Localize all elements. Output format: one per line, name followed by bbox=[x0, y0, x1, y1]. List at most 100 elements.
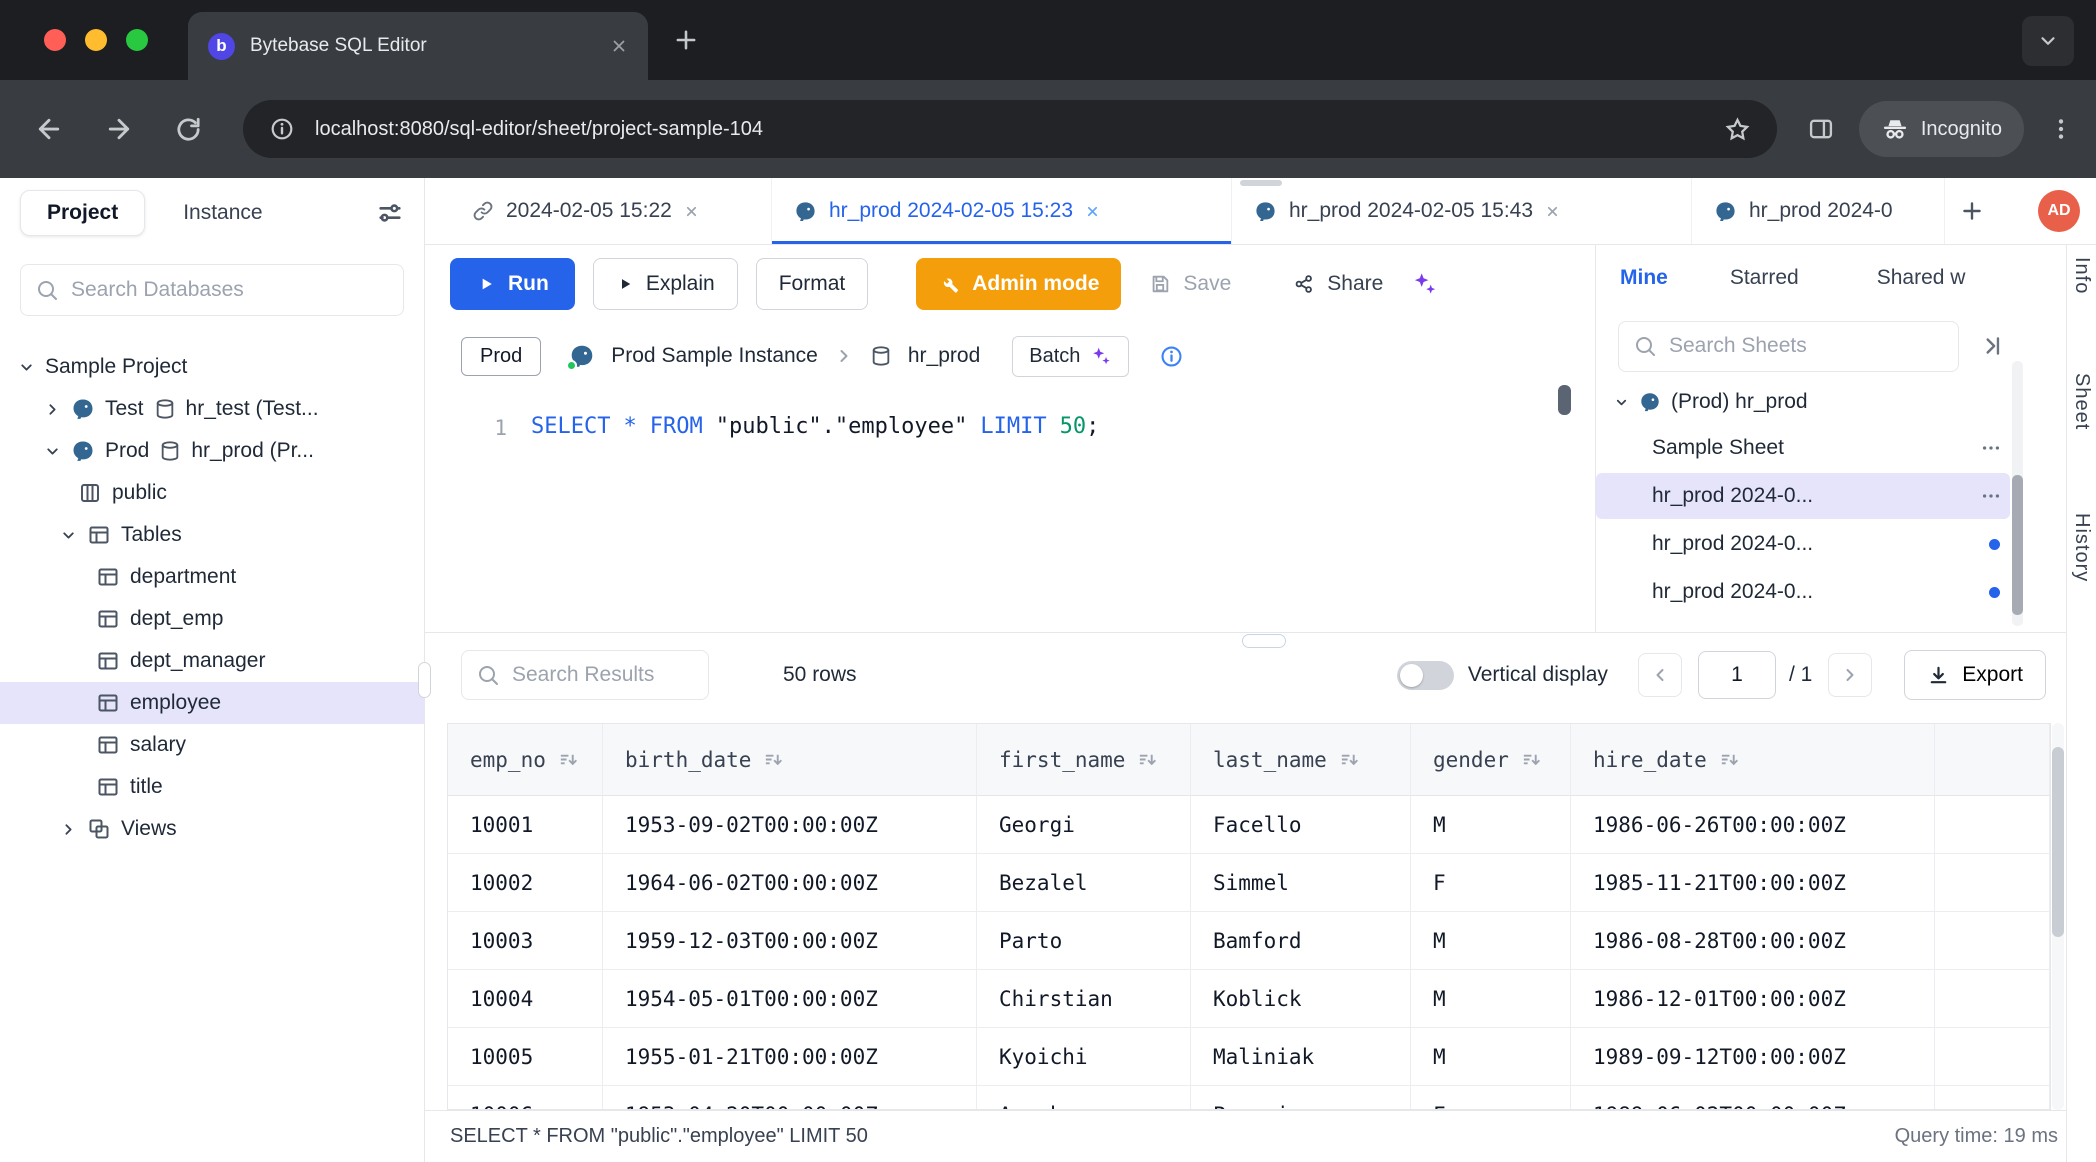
close-sheet-icon[interactable] bbox=[684, 204, 699, 219]
tree-item-table-dept-manager[interactable]: dept_manager bbox=[0, 640, 424, 682]
close-sheet-icon[interactable] bbox=[1545, 204, 1560, 219]
tab-starred[interactable]: Starred bbox=[1730, 266, 1799, 290]
table-name: department bbox=[130, 565, 236, 589]
sort-icon[interactable] bbox=[1521, 750, 1540, 769]
table-cell bbox=[1935, 796, 2050, 854]
bookmark-star-icon[interactable] bbox=[1724, 116, 1751, 143]
browser-tab[interactable]: b Bytebase SQL Editor bbox=[188, 12, 648, 80]
tree-item-table-title[interactable]: title bbox=[0, 766, 424, 808]
db-prod-label: hr_prod (Pr... bbox=[191, 439, 314, 463]
sheet-tab-2[interactable]: hr_prod 2024-02-05 15:23 bbox=[772, 178, 1232, 244]
results-pane: 50 rows Vertical display / 1 Export emp_… bbox=[425, 632, 2066, 1162]
tab-search-chevron-button[interactable] bbox=[2022, 16, 2074, 66]
batch-button[interactable]: Batch bbox=[1012, 336, 1129, 377]
collapse-panel-icon[interactable] bbox=[1979, 333, 2005, 359]
tree-item-views-group[interactable]: Views bbox=[0, 808, 424, 850]
sort-icon[interactable] bbox=[1719, 750, 1738, 769]
connection-info-icon[interactable] bbox=[1159, 344, 1184, 369]
back-button[interactable] bbox=[34, 114, 64, 144]
environment-badge[interactable]: Prod bbox=[461, 337, 541, 376]
sheets-scrollbar-thumb[interactable] bbox=[2012, 475, 2023, 615]
close-tab-icon[interactable] bbox=[610, 37, 628, 55]
sheet-item[interactable]: Sample Sheet bbox=[1596, 425, 2010, 471]
run-button[interactable]: Run bbox=[450, 258, 575, 310]
url-text[interactable]: localhost:8080/sql-editor/sheet/project-… bbox=[315, 118, 1704, 141]
tree-item-tables-group[interactable]: Tables bbox=[0, 514, 424, 556]
panel-resize-handle[interactable] bbox=[1242, 634, 1286, 648]
column-header-hire-date[interactable]: hire_date bbox=[1571, 724, 1935, 796]
sql-code-line[interactable]: SELECT*FROM"public"."employee"LIMIT50; bbox=[507, 390, 1099, 632]
new-tab-button[interactable] bbox=[672, 26, 700, 54]
column-header-gender[interactable]: gender bbox=[1411, 724, 1571, 796]
tree-item-schema-public[interactable]: public bbox=[0, 472, 424, 514]
user-avatar[interactable]: AD bbox=[2038, 190, 2080, 232]
site-info-icon[interactable] bbox=[269, 116, 295, 142]
admin-mode-button[interactable]: Admin mode bbox=[916, 258, 1121, 310]
tree-item-table-department[interactable]: department bbox=[0, 556, 424, 598]
column-header-birth-date[interactable]: birth_date bbox=[603, 724, 977, 796]
vertical-display-toggle[interactable] bbox=[1397, 661, 1454, 690]
sheet-item-selected[interactable]: hr_prod 2024-0... bbox=[1596, 473, 2010, 519]
sort-icon[interactable] bbox=[763, 750, 782, 769]
tree-item-table-dept-emp[interactable]: dept_emp bbox=[0, 598, 424, 640]
tab-instance[interactable]: Instance bbox=[183, 201, 262, 225]
incognito-icon bbox=[1881, 115, 1909, 143]
save-button[interactable]: Save bbox=[1139, 258, 1241, 310]
new-sheet-button[interactable] bbox=[1959, 198, 1985, 224]
tab-history[interactable]: History bbox=[2070, 513, 2093, 582]
tab-shared[interactable]: Shared w bbox=[1877, 266, 1966, 290]
search-sheets-input[interactable] bbox=[1669, 334, 1944, 358]
search-sheets-box bbox=[1618, 321, 1959, 372]
sheet-item[interactable]: hr_prod 2024-0... bbox=[1596, 521, 2010, 567]
editor-scrollbar[interactable] bbox=[1558, 385, 1571, 415]
next-page-button[interactable] bbox=[1828, 653, 1872, 697]
more-options-icon[interactable] bbox=[1980, 437, 2002, 459]
tab-project[interactable]: Project bbox=[20, 190, 145, 236]
format-button[interactable]: Format bbox=[756, 258, 869, 310]
export-button[interactable]: Export bbox=[1904, 650, 2046, 700]
reload-button[interactable] bbox=[174, 115, 203, 144]
page-number-input[interactable] bbox=[1698, 651, 1776, 699]
sort-icon[interactable] bbox=[1137, 750, 1156, 769]
sparkles-icon bbox=[1090, 345, 1112, 367]
ai-sparkles-icon[interactable] bbox=[1411, 270, 1438, 297]
tree-item-project[interactable]: Sample Project bbox=[0, 346, 424, 388]
sheet-item[interactable]: hr_prod 2024-0... bbox=[1596, 569, 2010, 615]
more-options-icon[interactable] bbox=[1980, 485, 2002, 507]
sheet-tab-label: hr_prod 2024-02-05 15:43 bbox=[1289, 199, 1533, 223]
prev-page-button[interactable] bbox=[1638, 653, 1682, 697]
sheet-group-hr-prod[interactable]: (Prod) hr_prod bbox=[1596, 381, 2066, 423]
results-scrollbar-thumb[interactable] bbox=[2052, 747, 2064, 937]
filter-settings-icon[interactable] bbox=[376, 199, 404, 227]
table-icon bbox=[96, 733, 120, 757]
tree-item-env-test[interactable]: Test hr_test (Test... bbox=[0, 388, 424, 430]
sheet-tab-4[interactable]: hr_prod 2024-0 bbox=[1692, 178, 1945, 244]
zoom-window-button[interactable] bbox=[126, 29, 148, 51]
tree-item-table-salary[interactable]: salary bbox=[0, 724, 424, 766]
search-results-input[interactable] bbox=[512, 663, 783, 687]
share-button[interactable]: Share bbox=[1283, 258, 1393, 310]
close-window-button[interactable] bbox=[44, 29, 66, 51]
sort-icon[interactable] bbox=[1339, 750, 1358, 769]
sort-icon[interactable] bbox=[558, 750, 577, 769]
search-databases-input[interactable] bbox=[71, 278, 389, 302]
tree-item-table-employee[interactable]: employee bbox=[0, 682, 424, 724]
sheet-tab-3[interactable]: hr_prod 2024-02-05 15:43 bbox=[1232, 178, 1692, 244]
browser-menu-icon[interactable] bbox=[2048, 116, 2074, 142]
address-bar[interactable]: localhost:8080/sql-editor/sheet/project-… bbox=[243, 100, 1777, 158]
tab-mine[interactable]: Mine bbox=[1620, 266, 1668, 290]
sql-editor[interactable]: 1 SELECT*FROM"public"."employee"LIMIT50; bbox=[425, 390, 1595, 632]
column-header-emp-no[interactable]: emp_no bbox=[448, 724, 603, 796]
column-header-last-name[interactable]: last_name bbox=[1191, 724, 1411, 796]
tree-item-env-prod[interactable]: Prod hr_prod (Pr... bbox=[0, 430, 424, 472]
tab-sheet[interactable]: Sheet bbox=[2070, 373, 2093, 430]
minimize-window-button[interactable] bbox=[85, 29, 107, 51]
side-panel-icon[interactable] bbox=[1807, 115, 1835, 143]
column-header-first-name[interactable]: first_name bbox=[977, 724, 1191, 796]
close-sheet-icon[interactable] bbox=[1085, 204, 1100, 219]
tab-info[interactable]: Info bbox=[2070, 257, 2093, 294]
sheet-tab-1[interactable]: 2024-02-05 15:22 bbox=[450, 178, 772, 244]
sidebar-resize-handle[interactable] bbox=[418, 662, 431, 698]
explain-button[interactable]: Explain bbox=[593, 258, 738, 310]
forward-button[interactable] bbox=[104, 114, 134, 144]
